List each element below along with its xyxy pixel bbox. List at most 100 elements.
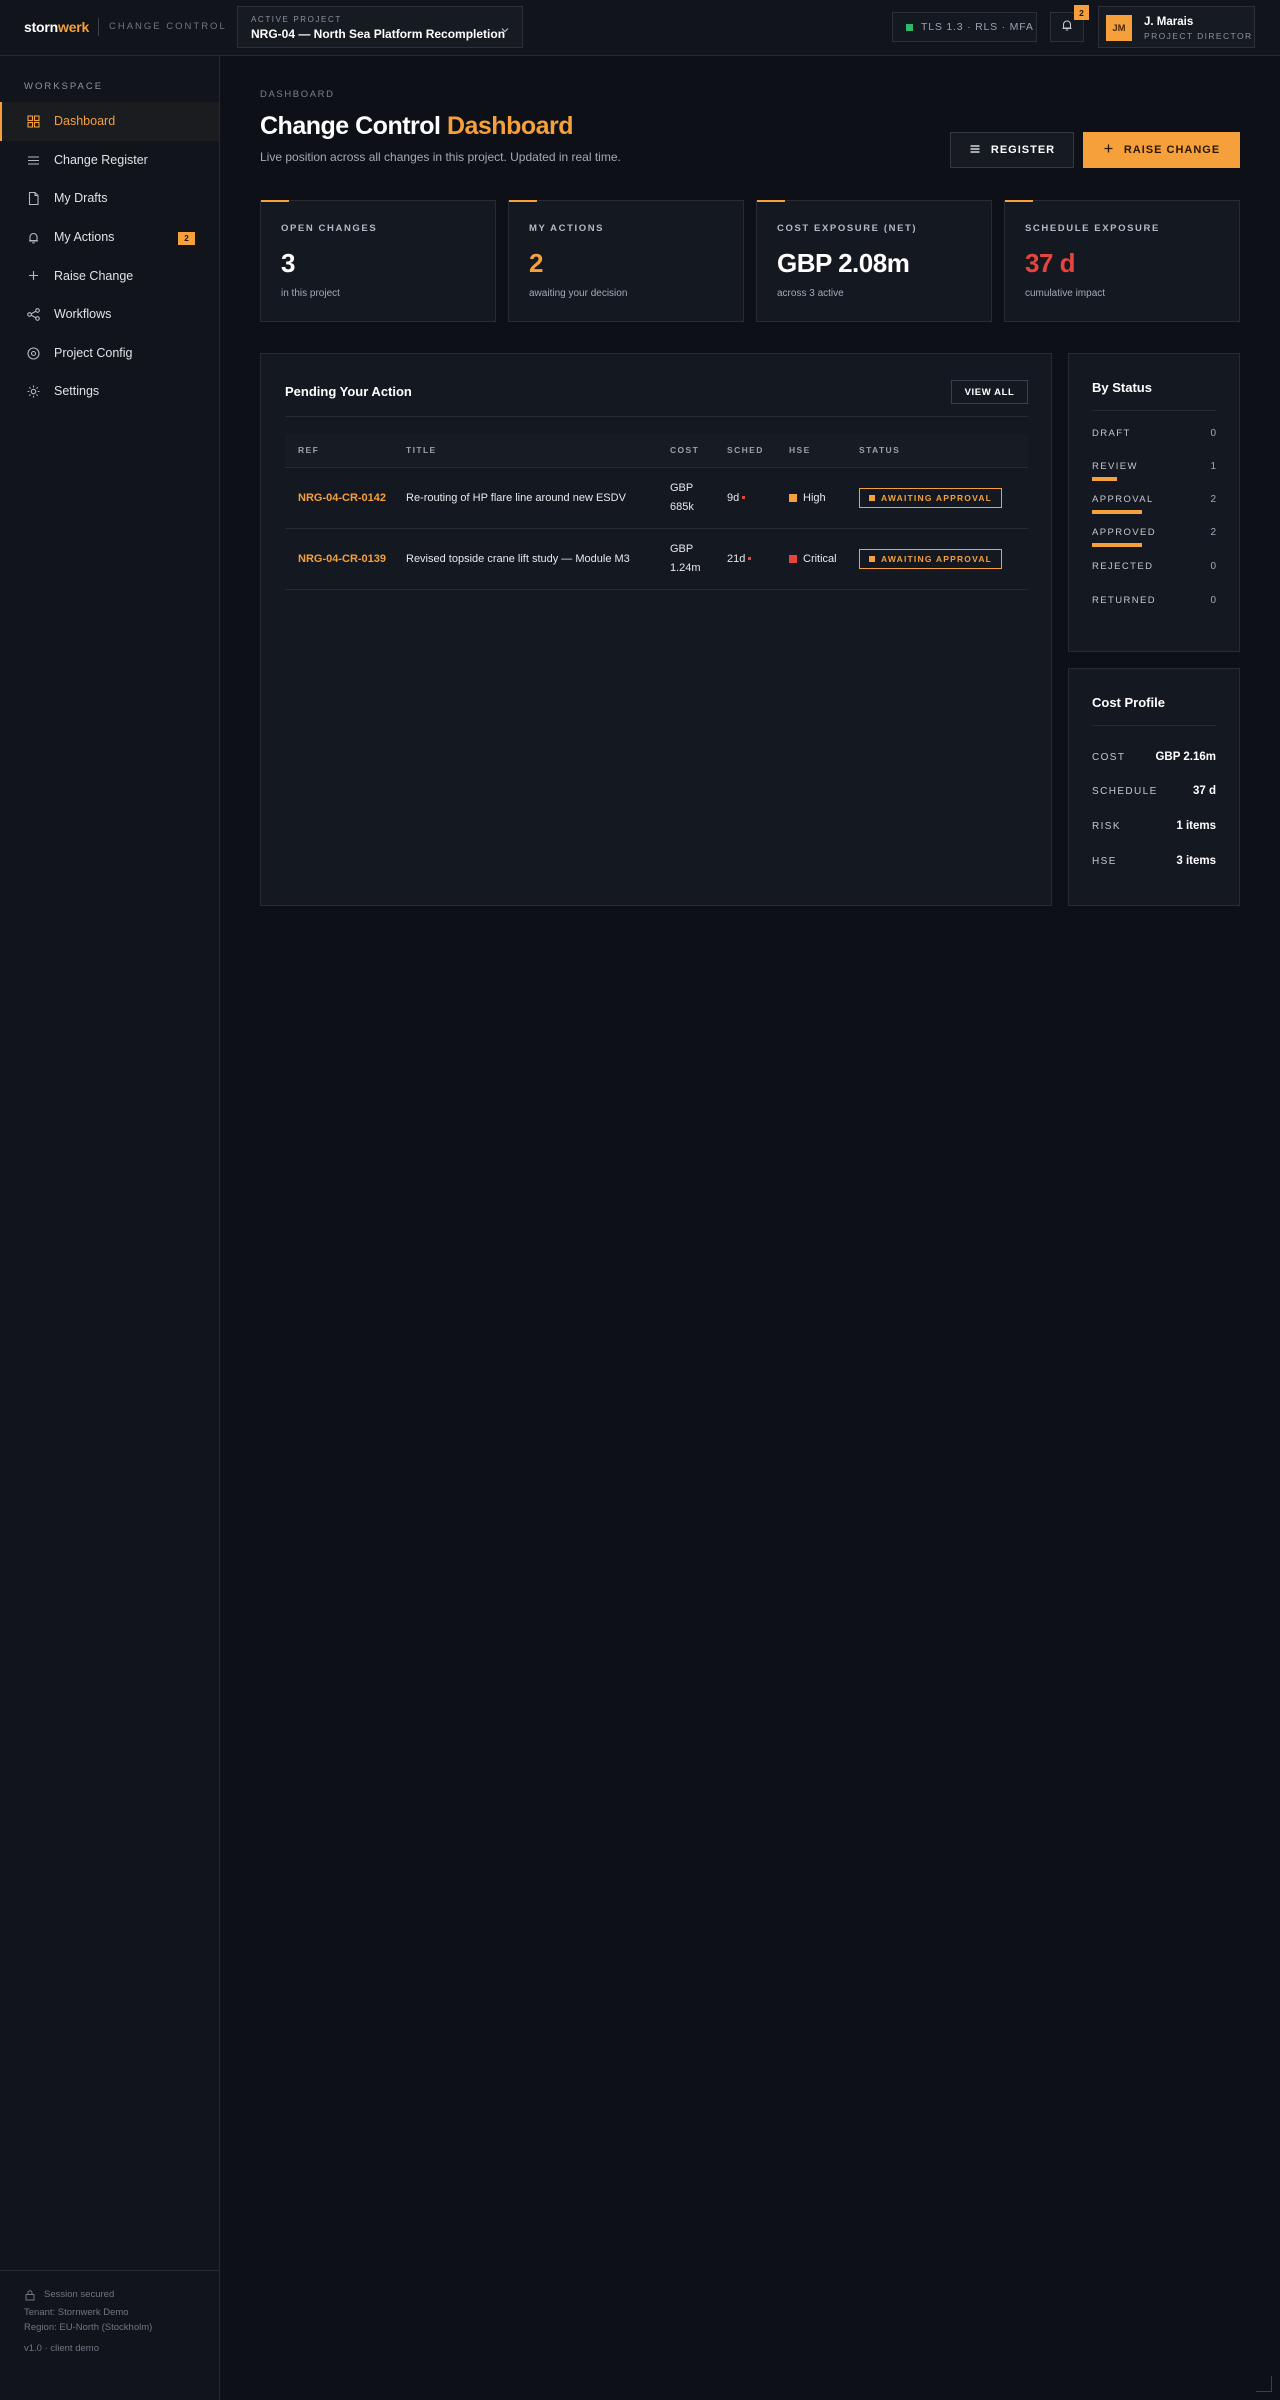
- kpi-accent-bar: [1005, 200, 1033, 202]
- change-hse: Critical: [789, 528, 859, 590]
- list-icon: [969, 143, 981, 158]
- status-badge: AWAITING APPROVAL: [859, 548, 1003, 569]
- panel-title: Pending Your Action: [285, 384, 412, 399]
- change-schedule: 21d: [727, 528, 789, 590]
- bell-icon: [1060, 18, 1074, 37]
- status-dot: [906, 24, 913, 31]
- kpi-label: SCHEDULE EXPOSURE: [1025, 223, 1160, 234]
- list-icon: [26, 153, 41, 168]
- change-ref-link[interactable]: NRG-04-CR-0142: [298, 492, 386, 504]
- register-button-label: REGISTER: [990, 144, 1056, 156]
- bell-icon: [26, 230, 41, 245]
- column-header-cost[interactable]: COST: [670, 434, 727, 468]
- sidebar-item-dashboard[interactable]: Dashboard: [0, 102, 219, 141]
- brand-divider: [98, 18, 99, 36]
- avatar: JM: [1106, 15, 1132, 41]
- column-header-title[interactable]: TITLE: [406, 434, 670, 468]
- sidebar-item-label: Dashboard: [54, 114, 116, 129]
- sidebar-item-label: My Actions: [54, 230, 115, 245]
- page-subtitle: Live position across all changes in this…: [260, 150, 621, 164]
- kpi-value: GBP 2.08m: [777, 248, 910, 278]
- user-menu[interactable]: JM J. Marais PROJECT DIRECTOR: [1098, 6, 1255, 48]
- by-status-panel: By Status DRAFT 0 REVIEW 1 APPROVAL 2 APPRO…: [1068, 353, 1240, 652]
- table-row[interactable]: NRG-04-CR-0139 Revised topside crane lif…: [285, 528, 1028, 590]
- project-selector-label: ACTIVE PROJECT: [251, 15, 342, 24]
- change-title: Revised topside crane lift study — Modul…: [406, 528, 670, 590]
- kpi-label: COST EXPOSURE (NET): [777, 223, 918, 234]
- register-button[interactable]: REGISTER: [950, 132, 1074, 168]
- column-header-sched[interactable]: SCHED: [727, 434, 789, 468]
- gear-icon: [26, 384, 41, 399]
- change-title: Re-routing of HP flare line around new E…: [406, 467, 670, 529]
- breadcrumb: DASHBOARD: [260, 89, 335, 100]
- status-row-approval[interactable]: APPROVAL 2: [1092, 494, 1216, 528]
- version-info: v1.0 · client demo: [24, 2343, 99, 2354]
- sidebar-item-project-config[interactable]: Project Config: [0, 334, 219, 373]
- kpi-subtext: cumulative impact: [1025, 288, 1106, 299]
- kpi-value: 3: [281, 248, 295, 278]
- top-bar: stornwerk CHANGE CONTROL ACTIVE PROJECT …: [0, 0, 1280, 56]
- divider: [1092, 410, 1216, 411]
- kpi-schedule-exposure[interactable]: SCHEDULE EXPOSURE 37 d cumulative impact: [1004, 200, 1240, 322]
- schedule-impact-dot: [748, 557, 752, 561]
- table-header-row: REF TITLE COST SCHED HSE STATUS: [285, 434, 1028, 468]
- file-icon: [26, 191, 41, 206]
- kpi-my-actions[interactable]: MY ACTIONS 2 awaiting your decision: [508, 200, 744, 322]
- change-cost: GBP 1.24m: [670, 528, 727, 590]
- cost-profile-row-hse: HSE 3 items: [1092, 855, 1216, 867]
- notifications-count-badge: 2: [1074, 5, 1089, 20]
- actions-count-badge: 2: [178, 231, 195, 245]
- sidebar-item-label: Settings: [54, 384, 100, 399]
- status-badge: AWAITING APPROVAL: [859, 487, 1003, 508]
- pending-actions-panel: Pending Your Action VIEW ALL REF TITLE C…: [260, 353, 1052, 906]
- change-ref-link[interactable]: NRG-04-CR-0139: [298, 553, 386, 565]
- sidebar-item-change-register[interactable]: Change Register: [0, 141, 219, 180]
- status-row-returned[interactable]: RETURNED 0: [1092, 595, 1216, 629]
- plus-icon: [26, 268, 41, 283]
- column-header-hse[interactable]: HSE: [789, 434, 859, 468]
- sidebar-item-settings[interactable]: Settings: [0, 372, 219, 411]
- panel-title: Cost Profile: [1092, 695, 1165, 710]
- kpi-accent-bar: [261, 200, 289, 202]
- table-row[interactable]: NRG-04-CR-0142 Re-routing of HP flare li…: [285, 467, 1028, 529]
- kpi-open-changes[interactable]: OPEN CHANGES 3 in this project: [260, 200, 496, 322]
- project-selector[interactable]: ACTIVE PROJECT NRG-04 — North Sea Platfo…: [237, 6, 523, 48]
- kpi-label: OPEN CHANGES: [281, 223, 378, 234]
- change-schedule: 9d: [727, 467, 789, 529]
- view-all-button[interactable]: VIEW ALL: [951, 380, 1028, 404]
- status-row-draft[interactable]: DRAFT 0: [1092, 428, 1216, 462]
- grid-icon: [26, 114, 41, 129]
- status-row-review[interactable]: REVIEW 1: [1092, 461, 1216, 495]
- user-name: J. Marais: [1144, 16, 1194, 28]
- sidebar-item-label: Project Config: [54, 345, 133, 360]
- column-header-status[interactable]: STATUS: [859, 434, 1028, 468]
- status-row-rejected[interactable]: REJECTED 0: [1092, 561, 1216, 595]
- column-header-ref[interactable]: REF: [285, 434, 406, 468]
- brand-logo[interactable]: stornwerk: [24, 19, 89, 35]
- status-row-approved[interactable]: APPROVED 2: [1092, 527, 1216, 561]
- security-status-text: TLS 1.3 · RLS · MFA: [921, 21, 1034, 33]
- kpi-label: MY ACTIONS: [529, 223, 605, 234]
- chevron-down-icon: [500, 22, 510, 40]
- raise-change-button-label: RAISE CHANGE: [1123, 144, 1221, 156]
- status-bar: [1092, 477, 1117, 481]
- session-status: Session secured: [44, 2289, 115, 2300]
- sidebar-item-workflows[interactable]: Workflows: [0, 295, 219, 334]
- user-role: PROJECT DIRECTOR: [1144, 31, 1253, 41]
- sidebar-item-my-drafts[interactable]: My Drafts: [0, 179, 219, 218]
- plus-icon: [1103, 143, 1114, 157]
- raise-change-button[interactable]: RAISE CHANGE: [1083, 132, 1240, 168]
- status-bar: [1092, 510, 1142, 514]
- page-title: Change Control Dashboard: [260, 112, 574, 140]
- kpi-subtext: across 3 active: [777, 288, 844, 299]
- sidebar-item-label: Workflows: [54, 307, 112, 322]
- sidebar-item-my-actions[interactable]: My Actions 2: [0, 218, 219, 257]
- sidebar: WORKSPACE Dashboard Change Register My D…: [0, 56, 220, 2400]
- kpi-cost-exposure[interactable]: COST EXPOSURE (NET) GBP 2.08m across 3 a…: [756, 200, 992, 322]
- cost-profile-row-risk: RISK 1 items: [1092, 820, 1216, 832]
- sidebar-section-label: WORKSPACE: [24, 81, 104, 92]
- kpi-subtext: in this project: [281, 288, 340, 299]
- sidebar-item-raise-change[interactable]: Raise Change: [0, 256, 219, 295]
- kpi-accent-bar: [509, 200, 537, 202]
- corner-bracket-br: [1256, 2376, 1272, 2392]
